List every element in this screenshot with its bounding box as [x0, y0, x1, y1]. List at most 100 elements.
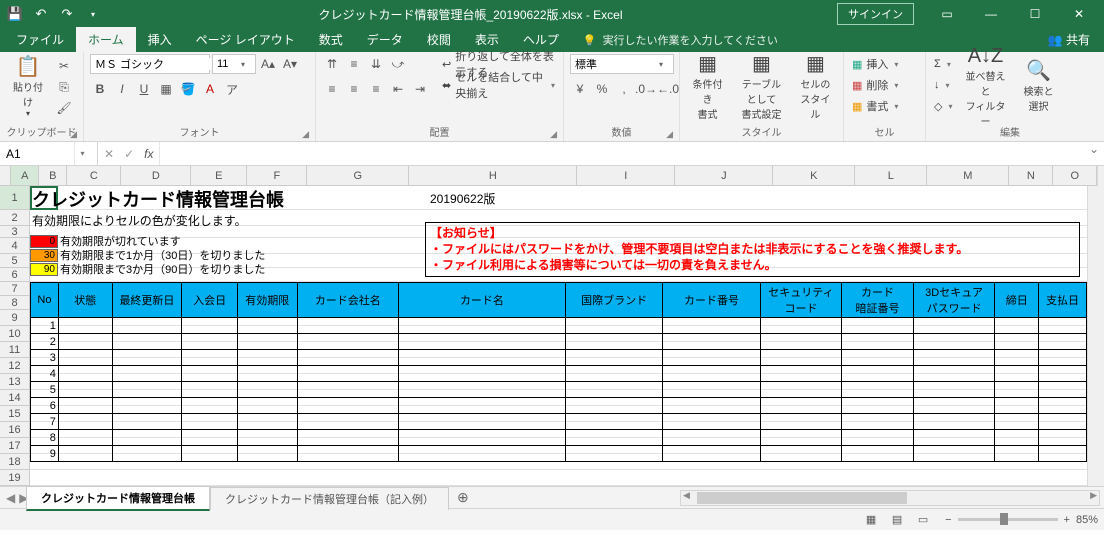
table-cell[interactable] [760, 334, 842, 350]
table-cell[interactable] [399, 446, 566, 462]
column-header[interactable]: N [1009, 166, 1053, 186]
table-cell[interactable] [565, 334, 662, 350]
table-cell[interactable] [182, 350, 238, 366]
cancel-formula-icon[interactable]: ✕ [104, 147, 114, 161]
undo-icon[interactable]: ↶ [30, 3, 52, 25]
font-color-button[interactable]: A [200, 79, 220, 99]
table-cell[interactable] [297, 350, 398, 366]
fill-button[interactable]: ↓▾ [932, 75, 954, 95]
table-cell[interactable] [995, 350, 1039, 366]
fill-color-button[interactable]: 🪣 [178, 79, 198, 99]
align-center-button[interactable]: ≡ [344, 79, 364, 99]
scroll-left-icon[interactable]: ◀ [683, 490, 690, 501]
table-cell[interactable] [182, 334, 238, 350]
table-cell[interactable] [565, 366, 662, 382]
insert-cells-button[interactable]: ▦挿入▾ [850, 54, 900, 74]
table-cell[interactable] [913, 350, 995, 366]
table-cell[interactable] [58, 366, 112, 382]
delete-cells-button[interactable]: ▦削除▾ [850, 75, 900, 95]
tab-data[interactable]: データ [355, 27, 415, 52]
enter-formula-icon[interactable]: ✓ [124, 147, 134, 161]
cell-styles-button[interactable]: ▦セルの スタイル [794, 54, 837, 120]
row-header[interactable]: 13 [0, 374, 30, 390]
table-cell[interactable] [842, 334, 914, 350]
row-header[interactable]: 10 [0, 326, 30, 342]
table-cell[interactable] [182, 382, 238, 398]
table-cell[interactable] [399, 382, 566, 398]
table-cell[interactable] [913, 334, 995, 350]
tell-me[interactable]: 💡 実行したい作業を入力してください [571, 28, 790, 52]
table-cell[interactable] [58, 398, 112, 414]
table-cell[interactable] [760, 398, 842, 414]
table-cell[interactable] [237, 382, 297, 398]
table-cell[interactable]: 8 [31, 430, 59, 446]
column-header[interactable]: I [577, 166, 675, 186]
table-cell[interactable] [565, 350, 662, 366]
table-cell[interactable] [760, 430, 842, 446]
table-cell[interactable] [297, 366, 398, 382]
table-cell[interactable]: 4 [31, 366, 59, 382]
table-cell[interactable] [1039, 414, 1087, 430]
table-cell[interactable] [842, 414, 914, 430]
table-cell[interactable] [237, 366, 297, 382]
border-button[interactable]: ▦ [156, 79, 176, 99]
table-cell[interactable] [297, 318, 398, 334]
cell-area[interactable]: クレジットカード情報管理台帳 20190622版 有効期限によりセルの色が変化し… [30, 186, 1087, 486]
view-pagebreak-button[interactable]: ▭ [911, 511, 935, 529]
table-cell[interactable] [995, 382, 1039, 398]
column-header[interactable]: E [191, 166, 247, 186]
zoom-out-button[interactable]: − [945, 514, 951, 526]
table-cell[interactable] [182, 414, 238, 430]
align-left-button[interactable]: ≡ [322, 79, 342, 99]
table-cell[interactable] [1039, 382, 1087, 398]
sheet-tab-1[interactable]: クレジットカード情報管理台帳 [26, 486, 210, 511]
number-launcher-icon[interactable]: ◢ [666, 129, 673, 140]
table-cell[interactable] [58, 446, 112, 462]
table-cell[interactable] [112, 350, 182, 366]
table-cell[interactable] [995, 446, 1039, 462]
row-header[interactable]: 16 [0, 422, 30, 438]
align-middle-button[interactable]: ≡ [344, 54, 364, 74]
row-header[interactable]: 8 [0, 296, 30, 310]
table-cell[interactable] [913, 366, 995, 382]
table-cell[interactable] [58, 382, 112, 398]
number-format-input[interactable] [571, 58, 655, 70]
table-cell[interactable] [995, 334, 1039, 350]
format-cells-button[interactable]: ▦書式▾ [850, 96, 900, 116]
table-cell[interactable] [399, 430, 566, 446]
bold-button[interactable]: B [90, 79, 110, 99]
tab-formulas[interactable]: 数式 [307, 27, 355, 52]
table-cell[interactable] [297, 334, 398, 350]
close-button[interactable]: ✕ [1058, 0, 1100, 28]
row-header[interactable]: 2 [0, 210, 30, 226]
table-cell[interactable] [1039, 398, 1087, 414]
table-cell[interactable] [760, 446, 842, 462]
name-box-dropdown-icon[interactable]: ▾ [74, 142, 90, 165]
sort-filter-button[interactable]: A↓Z並べ替えと フィルター [958, 54, 1012, 120]
table-cell[interactable] [112, 382, 182, 398]
row-header[interactable]: 9 [0, 310, 30, 326]
clipboard-launcher-icon[interactable]: ◢ [70, 129, 77, 140]
table-cell[interactable] [663, 430, 760, 446]
table-cell[interactable] [112, 398, 182, 414]
table-cell[interactable] [995, 398, 1039, 414]
table-cell[interactable] [297, 446, 398, 462]
row-header[interactable]: 14 [0, 390, 30, 406]
table-cell[interactable] [760, 318, 842, 334]
table-cell[interactable] [842, 398, 914, 414]
signin-button[interactable]: サインイン [837, 3, 914, 25]
sheet-tab-2[interactable]: クレジットカード情報管理台帳（記入例） [210, 487, 449, 510]
table-cell[interactable] [58, 430, 112, 446]
table-cell[interactable] [58, 350, 112, 366]
orientation-button[interactable]: ⤻ [388, 54, 408, 74]
font-launcher-icon[interactable]: ◢ [302, 129, 309, 140]
table-cell[interactable]: 1 [31, 318, 59, 334]
column-header[interactable]: A [11, 166, 39, 186]
table-cell[interactable] [663, 398, 760, 414]
table-cell[interactable] [995, 414, 1039, 430]
column-header[interactable]: D [121, 166, 191, 186]
name-box-input[interactable] [0, 147, 74, 161]
fx-icon[interactable]: fx [144, 147, 153, 161]
table-cell[interactable] [237, 318, 297, 334]
row-header[interactable]: 3 [0, 226, 30, 238]
